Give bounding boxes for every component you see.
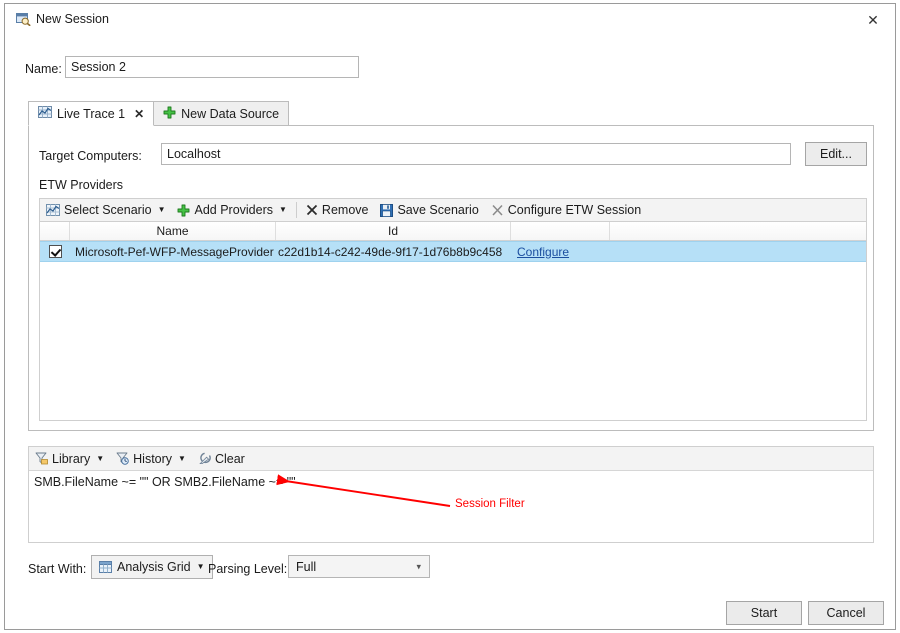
- toolbar-label: Configure ETW Session: [507, 203, 642, 217]
- chevron-down-icon: ▼: [178, 453, 186, 463]
- grid-icon: [99, 561, 112, 573]
- start-button[interactable]: Start: [726, 601, 802, 625]
- tab-live-trace-1[interactable]: Live Trace 1 ✕: [28, 101, 155, 126]
- column-header-configure[interactable]: [511, 222, 610, 240]
- chevron-down-icon: ▾: [416, 561, 421, 571]
- filter-expression-text[interactable]: SMB.FileName ~= "" OR SMB2.FileName ~= "…: [34, 475, 296, 489]
- toolbar-label: Save Scenario: [397, 203, 479, 217]
- name-label: Name:: [25, 62, 62, 76]
- toolbar-label: Library: [52, 451, 91, 466]
- provider-id-cell: c22d1b14-c242-49de-9f17-1d76b8b9c458: [278, 244, 503, 259]
- title-bar: New Session ✕: [5, 4, 895, 36]
- etw-providers-label: ETW Providers: [39, 178, 124, 192]
- column-header-name[interactable]: Name: [70, 222, 276, 240]
- tab-label: New Data Source: [181, 106, 280, 121]
- plus-icon: [163, 106, 176, 122]
- clear-button[interactable]: Clear: [192, 448, 251, 470]
- tab-strip: Live Trace 1 ✕ New Data Source: [28, 101, 290, 126]
- provider-configure-cell: Configure: [511, 242, 610, 261]
- provider-extra-cell: [610, 242, 866, 261]
- annotation-label: Session Filter: [455, 498, 525, 510]
- start-with-label: Start With:: [28, 562, 87, 576]
- toolbar-label: History: [133, 451, 173, 466]
- save-scenario-button[interactable]: Save Scenario: [374, 199, 484, 221]
- parsing-level-value: Full: [296, 559, 317, 574]
- library-button[interactable]: Library ▼: [29, 448, 110, 470]
- toolbar-separator: [295, 202, 297, 218]
- chevron-down-icon: ▼: [96, 453, 105, 463]
- target-computers-label: Target Computers:: [39, 149, 142, 163]
- tab-close-icon[interactable]: ✕: [134, 107, 144, 121]
- toolbar-label: Add Providers: [194, 203, 273, 217]
- filter-folder-icon: [35, 452, 48, 465]
- select-scenario-button[interactable]: Select Scenario ▼: [40, 199, 171, 221]
- toolbar-label: Clear: [214, 451, 245, 466]
- remove-button[interactable]: Remove: [300, 199, 375, 221]
- start-with-dropdown[interactable]: Analysis Grid ▼: [91, 555, 213, 579]
- save-disk-icon: [380, 203, 394, 217]
- column-header-check[interactable]: [40, 222, 70, 240]
- etw-providers-grid: Name Id Microsoft-Pef-WFP-MessageProvide…: [39, 222, 867, 421]
- edit-button[interactable]: Edit...: [805, 142, 867, 166]
- session-name-input[interactable]: [65, 56, 359, 78]
- column-header-extra[interactable]: [610, 222, 866, 240]
- configure-etw-session-button[interactable]: Configure ETW Session: [485, 199, 647, 221]
- column-header-id[interactable]: Id: [276, 222, 511, 240]
- chevron-down-icon: ▼: [157, 205, 166, 214]
- provider-name-cell: Microsoft-Pef-WFP-MessageProvider: [75, 244, 274, 259]
- close-icon[interactable]: ✕: [855, 6, 891, 34]
- chevron-down-icon: ▼: [196, 562, 205, 571]
- etw-providers-toolbar: Select Scenario ▼ Add Providers ▼ Remove…: [39, 198, 867, 222]
- screenshot-root: New Session ✕ Name: Live Trace: [0, 0, 900, 633]
- x-icon: [306, 204, 318, 216]
- toolbar-label: Remove: [321, 203, 369, 217]
- live-trace-panel: Target Computers: Edit... ETW Providers: [28, 125, 874, 431]
- green-plus-icon: [177, 204, 190, 217]
- configure-link[interactable]: Configure: [517, 245, 569, 259]
- scissors-icon: [491, 204, 504, 217]
- new-session-dialog: New Session ✕ Name: Live Trace: [4, 3, 896, 630]
- table-row[interactable]: Microsoft-Pef-WFP-MessageProvider c22d1b…: [40, 241, 866, 262]
- grid-header-row: Name Id: [40, 222, 866, 241]
- tab-new-data-source[interactable]: New Data Source: [154, 101, 290, 126]
- filter-clock-icon: [116, 452, 129, 465]
- history-button[interactable]: History ▼: [110, 448, 192, 470]
- eraser-icon: [198, 452, 211, 465]
- filter-toolbar: Library ▼ History ▼ Clear: [29, 447, 873, 471]
- window-title: New Session: [36, 12, 109, 26]
- toolbar-label: Select Scenario: [64, 203, 152, 217]
- parsing-level-select[interactable]: Full ▾: [288, 555, 430, 578]
- row-checkbox-cell: [40, 242, 70, 261]
- cancel-button[interactable]: Cancel: [808, 601, 884, 625]
- target-computers-input[interactable]: [161, 143, 791, 165]
- parsing-level-label: Parsing Level:: [208, 562, 288, 576]
- chevron-down-icon: ▼: [279, 205, 287, 214]
- chart-icon: [46, 204, 60, 216]
- live-trace-icon: [38, 106, 52, 121]
- add-providers-button[interactable]: Add Providers ▼: [171, 199, 292, 221]
- tab-label: Live Trace 1: [57, 106, 126, 121]
- provider-enabled-checkbox[interactable]: [48, 245, 62, 258]
- session-window-icon: [16, 13, 31, 27]
- start-with-value: Analysis Grid: [117, 560, 191, 574]
- session-filter-panel: Library ▼ History ▼ Clear SMB.FileName ~…: [28, 446, 874, 543]
